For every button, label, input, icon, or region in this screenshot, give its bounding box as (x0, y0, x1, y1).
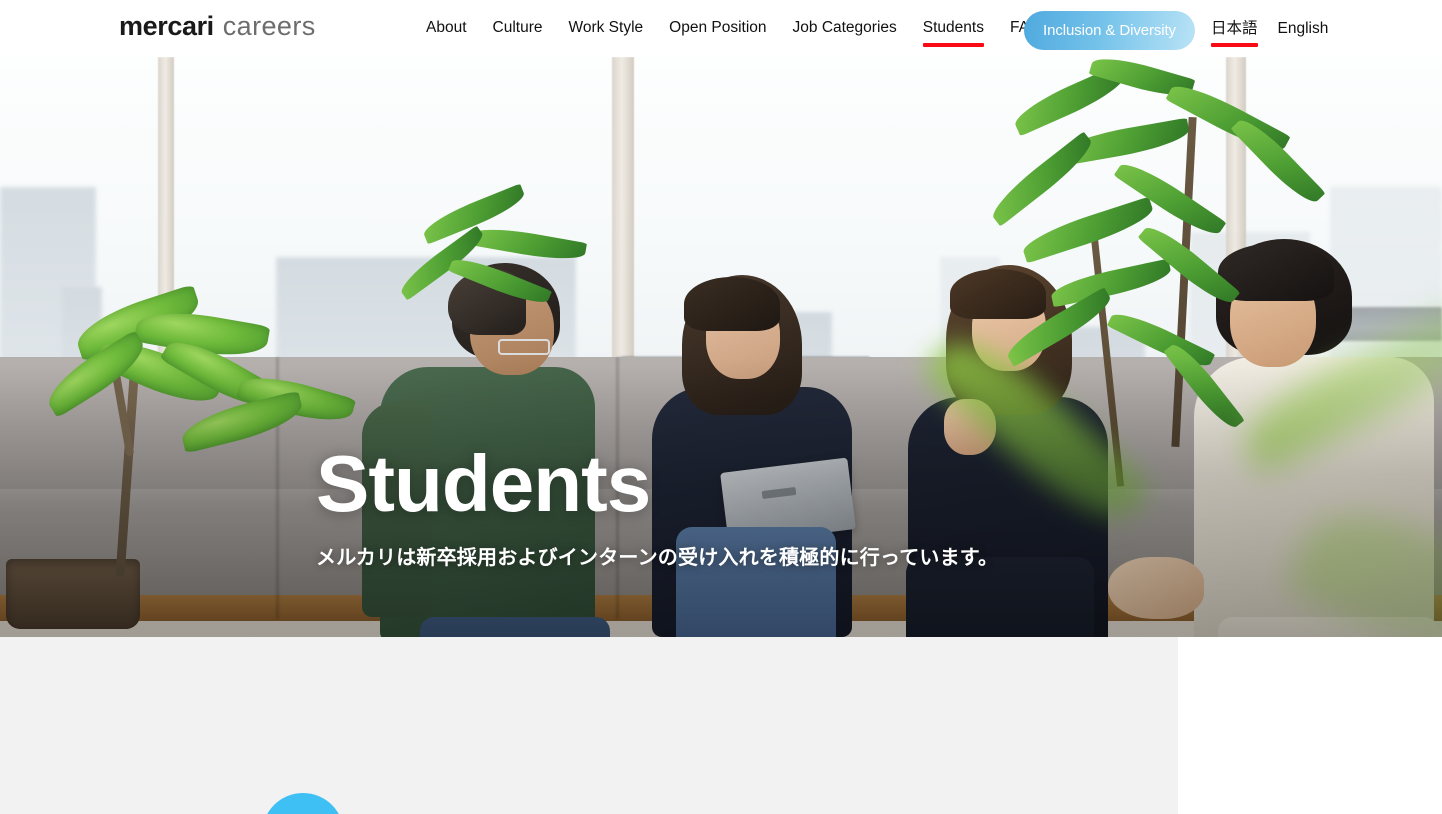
content-section (0, 637, 1442, 814)
logo-suffix-text: careers (222, 11, 316, 41)
content-panel-gray (0, 637, 1178, 814)
site-logo[interactable]: mercari careers (119, 13, 316, 40)
decorative-blue-circle (262, 793, 344, 814)
page-title: Students (316, 439, 651, 528)
language-option-english[interactable]: English (1278, 21, 1329, 37)
site-header: mercari careers About Culture Work Style… (0, 0, 1442, 57)
language-switcher: 日本語 English (1211, 0, 1328, 57)
nav-item-about[interactable]: About (426, 20, 467, 38)
main-navigation: About Culture Work Style Open Position J… (426, 0, 1041, 57)
nav-item-open-position[interactable]: Open Position (669, 20, 766, 38)
logo-brand-text: mercari (119, 11, 214, 41)
hero-section: Students メルカリは新卒採用およびインターンの受け入れを積極的に行ってい… (0, 57, 1442, 637)
hero-subtitle: メルカリは新卒採用およびインターンの受け入れを積極的に行っています。 (316, 547, 999, 569)
hero-copy: Students メルカリは新卒採用およびインターンの受け入れを積極的に行ってい… (316, 444, 998, 570)
nav-item-work-style[interactable]: Work Style (568, 20, 643, 38)
nav-item-students[interactable]: Students (922, 20, 985, 47)
inclusion-diversity-button[interactable]: Inclusion & Diversity (1024, 11, 1195, 50)
nav-item-job-categories[interactable]: Job Categories (793, 20, 897, 38)
language-option-japanese[interactable]: 日本語 (1211, 21, 1258, 47)
nav-item-culture[interactable]: Culture (493, 20, 543, 38)
